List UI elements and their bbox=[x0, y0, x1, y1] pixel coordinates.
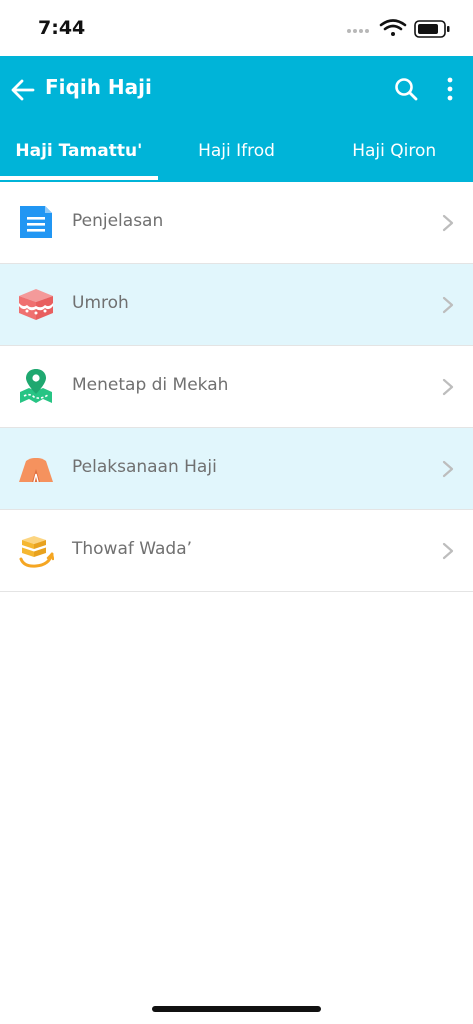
list-item-label: Pelaksanaan Haji bbox=[72, 457, 217, 477]
search-icon[interactable] bbox=[393, 76, 419, 102]
status-time: 7:44 bbox=[38, 17, 86, 39]
tab-haji-tamattu[interactable]: Haji Tamattu' bbox=[0, 126, 158, 182]
back-arrow-icon[interactable] bbox=[10, 77, 36, 103]
list-item-thowaf-wada[interactable]: Thowaf Wada’ bbox=[0, 510, 473, 592]
menu-list: Penjelasan Umroh Menetap di Mekah Pelaks… bbox=[0, 182, 473, 592]
chevron-right-icon bbox=[442, 378, 454, 396]
list-item-label: Penjelasan bbox=[72, 211, 164, 231]
signal-dots-icon bbox=[347, 29, 369, 33]
kaaba-icon bbox=[19, 289, 53, 320]
list-item-penjelasan[interactable]: Penjelasan bbox=[0, 182, 473, 264]
status-icons bbox=[347, 19, 450, 38]
page-title: Fiqih Haji bbox=[45, 75, 152, 99]
document-icon bbox=[20, 206, 52, 238]
active-tab-indicator bbox=[0, 176, 158, 180]
battery-icon bbox=[414, 20, 450, 38]
tent-icon bbox=[19, 458, 53, 483]
tab-bar: Haji Tamattu' Haji Ifrod Haji Qiron bbox=[0, 126, 473, 182]
list-item-umroh[interactable]: Umroh bbox=[0, 264, 473, 346]
list-item-menetap-di-mekah[interactable]: Menetap di Mekah bbox=[0, 346, 473, 428]
home-indicator[interactable] bbox=[152, 1006, 321, 1012]
list-item-label: Thowaf Wada’ bbox=[72, 539, 193, 559]
list-item-pelaksanaan-haji[interactable]: Pelaksanaan Haji bbox=[0, 428, 473, 510]
kaaba-circle-icon bbox=[19, 536, 54, 568]
more-vert-icon[interactable] bbox=[441, 75, 459, 103]
chevron-right-icon bbox=[442, 542, 454, 560]
map-pin-icon bbox=[20, 369, 52, 403]
chevron-right-icon bbox=[442, 296, 454, 314]
chevron-right-icon bbox=[442, 460, 454, 478]
tab-haji-qiron[interactable]: Haji Qiron bbox=[315, 126, 473, 182]
chevron-right-icon bbox=[442, 214, 454, 232]
status-bar: 7:44 bbox=[0, 0, 473, 56]
app-bar: Fiqih Haji Haji Tamattu' Haji Ifrod Haji… bbox=[0, 56, 473, 182]
list-item-label: Umroh bbox=[72, 293, 129, 313]
list-item-label: Menetap di Mekah bbox=[72, 375, 229, 395]
tab-haji-ifrod[interactable]: Haji Ifrod bbox=[158, 126, 316, 182]
wifi-icon bbox=[379, 19, 407, 36]
